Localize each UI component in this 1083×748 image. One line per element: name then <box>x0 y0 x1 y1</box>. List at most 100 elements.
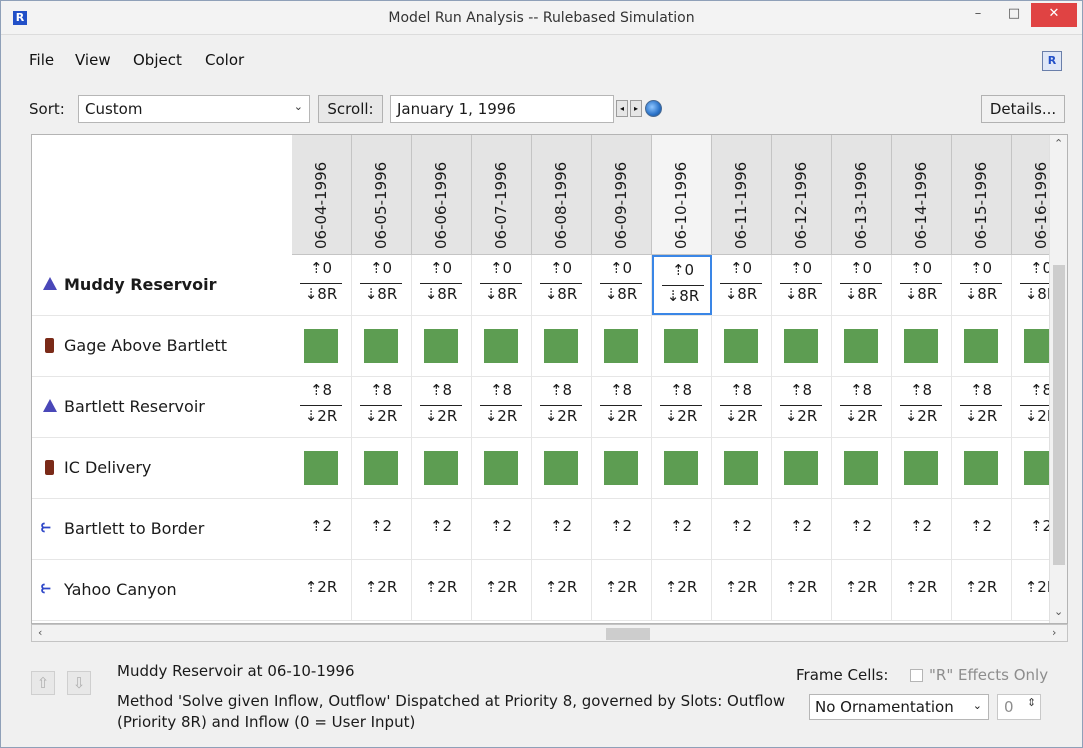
grid-cell[interactable] <box>352 316 412 376</box>
grid-cell[interactable] <box>652 438 712 498</box>
grid-cell[interactable]: ⇡2 <box>712 499 772 559</box>
grid-cell[interactable] <box>832 438 892 498</box>
grid-cell[interactable]: ⇡2R <box>652 560 712 620</box>
next-date-button[interactable]: ▸ <box>630 100 642 117</box>
date-column-header[interactable]: 06-06-1996 <box>412 135 472 255</box>
menu-file[interactable]: File <box>29 51 54 69</box>
grid-cell[interactable]: ⇡2 <box>412 499 472 559</box>
grid-cell[interactable]: ⇡2R <box>712 560 772 620</box>
move-down-button[interactable]: ⇩ <box>67 671 91 695</box>
grid-cell[interactable]: ⇡8 ⇣2R <box>352 377 412 437</box>
grid-cell[interactable]: ⇡2R <box>592 560 652 620</box>
vertical-scroll-thumb[interactable] <box>1053 265 1065 565</box>
grid-cell[interactable]: ⇡2 <box>592 499 652 559</box>
grid-cell[interactable]: ⇡2 <box>832 499 892 559</box>
grid-cell[interactable] <box>892 438 952 498</box>
date-column-header[interactable]: 06-15-1996 <box>952 135 1012 255</box>
date-column-header[interactable]: 06-11-1996 <box>712 135 772 255</box>
grid-cell[interactable]: ⇡8 ⇣2R <box>652 377 712 437</box>
grid-cell[interactable] <box>472 438 532 498</box>
date-column-header[interactable]: 06-10-1996 <box>652 135 712 255</box>
date-column-header[interactable]: 06-13-1996 <box>832 135 892 255</box>
date-column-header[interactable]: 06-09-1996 <box>592 135 652 255</box>
move-up-button[interactable]: ⇧ <box>31 671 55 695</box>
app-corner-icon[interactable]: R <box>1042 51 1062 71</box>
grid-cell[interactable]: ⇡2R <box>952 560 1012 620</box>
date-column-header[interactable]: 06-04-1996 <box>292 135 352 255</box>
grid-cell[interactable]: ⇡2R <box>832 560 892 620</box>
grid-cell[interactable] <box>412 316 472 376</box>
scroll-date-input[interactable]: January 1, 1996 <box>390 95 614 123</box>
grid-cell[interactable]: ⇡2R <box>352 560 412 620</box>
grid-cell[interactable] <box>832 316 892 376</box>
date-column-header[interactable]: 06-07-1996 <box>472 135 532 255</box>
date-column-header[interactable]: 06-05-1996 <box>352 135 412 255</box>
grid-cell[interactable] <box>532 438 592 498</box>
scroll-right-icon[interactable]: › <box>1052 626 1056 639</box>
grid-cell[interactable]: ⇡8 ⇣2R <box>412 377 472 437</box>
row-label[interactable]: ⥼ Bartlett to Border <box>32 499 292 559</box>
grid-cell[interactable]: ⇡2 <box>292 499 352 559</box>
grid-cell[interactable]: ⇡2 <box>772 499 832 559</box>
grid-cell[interactable]: ⇡8 ⇣2R <box>292 377 352 437</box>
grid-cell[interactable] <box>772 438 832 498</box>
grid-cell[interactable] <box>292 316 352 376</box>
grid-cell[interactable]: ⇡0 ⇣8R <box>772 255 832 315</box>
grid-cell[interactable]: ⇡8 ⇣2R <box>712 377 772 437</box>
grid-cell[interactable] <box>292 438 352 498</box>
grid-cell[interactable]: ⇡8 ⇣2R <box>832 377 892 437</box>
grid-cell[interactable] <box>712 316 772 376</box>
ornamentation-select[interactable]: No Ornamentation ⌄ <box>809 694 989 720</box>
menu-view[interactable]: View <box>75 51 111 69</box>
grid-cell[interactable]: ⇡8 ⇣2R <box>772 377 832 437</box>
vertical-scrollbar[interactable]: ⌃ ⌄ <box>1049 135 1067 623</box>
date-column-header[interactable]: 06-08-1996 <box>532 135 592 255</box>
grid-cell[interactable] <box>952 438 1012 498</box>
grid-cell[interactable]: ⇡0 ⇣8R <box>832 255 892 315</box>
grid-cell[interactable] <box>532 316 592 376</box>
grid-cell[interactable]: ⇡8 ⇣2R <box>532 377 592 437</box>
r-effects-only-checkbox[interactable] <box>910 669 923 682</box>
previous-date-button[interactable]: ◂ <box>616 100 628 117</box>
grid-cell[interactable]: ⇡0 ⇣8R <box>472 255 532 315</box>
grid-cell[interactable]: ⇡2R <box>772 560 832 620</box>
date-column-header[interactable]: 06-14-1996 <box>892 135 952 255</box>
grid-cell[interactable]: ⇡0 ⇣8R <box>652 255 712 315</box>
grid-cell[interactable]: ⇡0 ⇣8R <box>412 255 472 315</box>
grid-cell[interactable] <box>472 316 532 376</box>
grid-cell[interactable]: ⇡0 ⇣8R <box>592 255 652 315</box>
grid-cell[interactable]: ⇡0 ⇣8R <box>292 255 352 315</box>
grid-cell[interactable] <box>592 316 652 376</box>
row-label[interactable]: Bartlett Reservoir <box>32 377 292 437</box>
horizontal-scrollbar[interactable]: ‹ › <box>31 624 1068 642</box>
grid-cell[interactable]: ⇡8 ⇣2R <box>892 377 952 437</box>
grid-cell[interactable]: ⇡2R <box>532 560 592 620</box>
grid-cell[interactable]: ⇡2 <box>952 499 1012 559</box>
grid-cell[interactable]: ⇡2 <box>472 499 532 559</box>
row-label[interactable]: ⥼ Yahoo Canyon <box>32 560 292 620</box>
scroll-button[interactable]: Scroll: <box>318 95 383 123</box>
sort-select[interactable]: Custom ⌄ <box>78 95 310 123</box>
grid-cell[interactable]: ⇡8 ⇣2R <box>592 377 652 437</box>
grid-cell[interactable] <box>892 316 952 376</box>
grid-cell[interactable]: ⇡0 ⇣8R <box>712 255 772 315</box>
close-button[interactable]: ✕ <box>1031 3 1077 27</box>
globe-icon[interactable] <box>645 100 662 117</box>
details-button[interactable]: Details... <box>981 95 1065 123</box>
row-label[interactable]: Gage Above Bartlett <box>32 316 292 376</box>
grid-cell[interactable] <box>952 316 1012 376</box>
grid-cell[interactable]: ⇡2R <box>292 560 352 620</box>
grid-cell[interactable] <box>712 438 772 498</box>
horizontal-scroll-thumb[interactable] <box>606 628 650 640</box>
minimize-button[interactable]: – <box>961 3 995 27</box>
row-label[interactable]: Muddy Reservoir <box>32 255 292 315</box>
grid-cell[interactable]: ⇡0 ⇣8R <box>952 255 1012 315</box>
grid-cell[interactable]: ⇡0 ⇣8R <box>352 255 412 315</box>
row-label[interactable]: IC Delivery <box>32 438 292 498</box>
menu-object[interactable]: Object <box>133 51 182 69</box>
menu-color[interactable]: Color <box>205 51 244 69</box>
grid-cell[interactable] <box>592 438 652 498</box>
grid-cell[interactable]: ⇡2R <box>892 560 952 620</box>
maximize-button[interactable]: □ <box>997 3 1031 27</box>
grid-cell[interactable]: ⇡2 <box>892 499 952 559</box>
